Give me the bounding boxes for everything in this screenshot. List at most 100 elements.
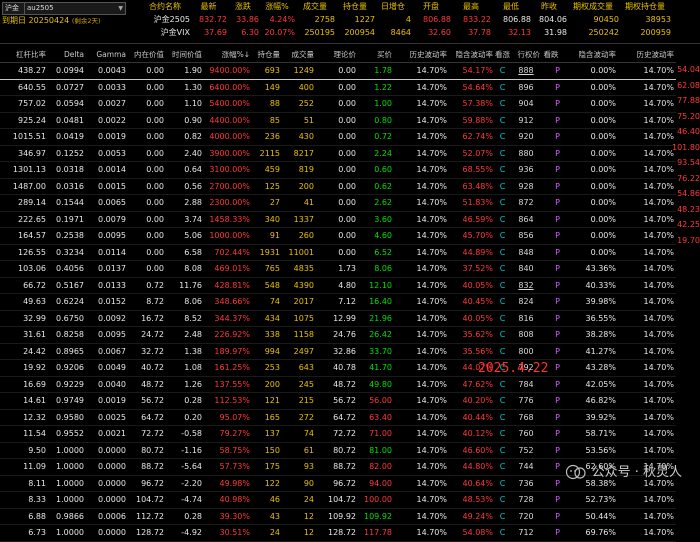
cell[interactable]: P [542,178,562,195]
cell[interactable]: C [495,260,512,278]
cell[interactable]: P [542,442,562,459]
cell[interactable]: P [542,194,562,212]
column-header[interactable]: 涨幅%↓ [204,46,252,63]
column-header[interactable]: 看涨 [495,46,512,63]
cell[interactable]: 904 [512,95,542,113]
column-header[interactable]: 理论价 [316,46,358,63]
cell[interactable]: P [542,392,562,410]
cell[interactable]: 928 [512,178,542,195]
option-row[interactable]: 8.33 1.0000 0.0000 104.72 -4.74 40.98% 46 24 104… [0,491,676,509]
cell[interactable]: 888 [512,62,542,80]
cell[interactable]: 848 [512,244,542,261]
cell[interactable]: C [495,244,512,261]
cell[interactable]: C [495,128,512,146]
cell[interactable]: 800 [512,343,542,360]
cell[interactable]: 856 [512,227,542,245]
cell[interactable]: C [495,409,512,426]
cell[interactable]: C [495,211,512,228]
cell[interactable]: P [542,376,562,393]
column-header[interactable]: Gamma [86,46,128,63]
option-row[interactable]: 757.02 0.0594 0.0027 0.00 1.10 5400.00% 88 252 0… [0,95,676,113]
cell[interactable]: 712 [512,524,542,542]
cell[interactable]: 920 [512,128,542,146]
option-row[interactable]: 9.50 1.0000 0.0000 80.72 -1.16 58.75% 150 61 80.… [0,442,676,459]
cell[interactable]: P [542,260,562,278]
cell[interactable]: C [495,376,512,393]
column-header[interactable]: 买价 [358,46,394,63]
option-row[interactable]: 126.55 0.3234 0.0114 0.00 6.58 702.44% 1931 110… [0,244,676,261]
cell[interactable]: P [542,458,562,476]
cell[interactable]: P [542,79,562,96]
cell[interactable]: 936 [512,161,542,179]
contract-select[interactable]: au2505 ▼ [24,2,126,15]
cell[interactable]: C [495,277,512,294]
cell[interactable]: P [542,227,562,245]
option-row[interactable]: 11.54 0.9552 0.0021 72.72 -0.58 79.27% 137 74 72… [0,425,676,443]
column-header[interactable]: 内在价值 [128,46,166,63]
cell[interactable]: C [495,425,512,443]
column-header[interactable]: Delta [48,46,86,63]
cell[interactable]: C [495,95,512,113]
cell[interactable]: P [542,508,562,525]
cell[interactable]: C [495,145,512,162]
cell[interactable]: P [542,244,562,261]
cell[interactable]: P [542,343,562,360]
cell[interactable]: P [542,211,562,228]
cell[interactable]: C [495,343,512,360]
cell[interactable]: P [542,128,562,146]
option-row[interactable]: 16.69 0.9229 0.0040 48.72 1.26 137.55% 200 245 4… [0,376,676,393]
cell[interactable]: C [495,161,512,179]
column-header[interactable]: 历史波动率 [394,46,449,63]
option-row[interactable]: 66.72 0.5167 0.0133 0.72 11.76 428.81% 548 4390… [0,277,676,294]
cell[interactable]: P [542,145,562,162]
cell[interactable]: C [495,491,512,509]
column-header[interactable]: 成交量 [282,46,316,63]
cell[interactable]: 760 [512,425,542,443]
cell[interactable]: 776 [512,392,542,410]
option-row[interactable]: 438.27 0.0994 0.0043 0.00 1.90 9400.00% 693 124… [0,62,676,80]
cell[interactable]: 880 [512,145,542,162]
column-header[interactable]: 时间价值 [166,46,204,63]
option-row[interactable]: 24.42 0.8965 0.0067 32.72 1.38 189.97% 994 2497… [0,343,676,360]
option-row[interactable]: 32.99 0.6750 0.0092 16.72 8.52 344.37% 434 1075… [0,310,676,327]
option-row[interactable]: 6.88 0.9866 0.0006 112.72 0.28 39.30% 43 12 109.… [0,508,676,525]
cell[interactable]: C [495,112,512,129]
cell[interactable]: C [495,62,512,80]
cell[interactable]: P [542,409,562,426]
cell[interactable]: P [542,112,562,129]
cell[interactable]: C [495,194,512,212]
cell[interactable]: P [542,293,562,311]
cell[interactable]: 912 [512,112,542,129]
cell[interactable]: P [542,425,562,443]
cell[interactable]: 752 [512,442,542,459]
cell[interactable]: C [495,442,512,459]
option-row[interactable]: 289.14 0.1544 0.0065 0.00 2.88 2300.00% 27 41 0.… [0,194,676,212]
option-row[interactable]: 103.06 0.4056 0.0137 0.00 8.08 469.01% 765 4835… [0,260,676,278]
option-row[interactable]: 19.92 0.9206 0.0049 40.72 1.08 161.25% 253 643 4… [0,359,676,377]
option-row[interactable]: 49.63 0.6224 0.0152 8.72 8.06 348.66% 74 2017 7.… [0,293,676,311]
cell[interactable]: 872 [512,194,542,212]
option-row[interactable]: 925.24 0.0481 0.0022 0.00 0.90 4400.00% 85 51 0.… [0,112,676,129]
option-row[interactable]: 1301.13 0.0318 0.0014 0.00 0.64 3100.00% 459 81… [0,161,676,179]
column-header[interactable]: 隐含波动率 [449,46,495,63]
cell[interactable]: 808 [512,326,542,344]
cell[interactable]: P [542,161,562,179]
option-row[interactable]: 164.57 0.2538 0.0095 0.00 5.06 1000.00% 91 260 0… [0,227,676,245]
cell[interactable]: 744 [512,458,542,476]
cell[interactable]: 896 [512,79,542,96]
option-row[interactable]: 640.55 0.0727 0.0033 0.00 1.30 6400.00% 149 400… [0,79,676,96]
cell[interactable]: P [542,95,562,113]
option-row[interactable]: 1015.51 0.0419 0.0019 0.00 0.82 4000.00% 236 43… [0,128,676,146]
cell[interactable]: 736 [512,475,542,492]
cell[interactable]: C [495,293,512,311]
cell[interactable]: C [495,458,512,476]
cell[interactable]: 824 [512,293,542,311]
option-row[interactable]: 346.97 0.1252 0.0053 0.00 2.40 3900.00% 2115 82… [0,145,676,162]
column-header[interactable]: 历史波动率 [618,46,676,63]
cell[interactable]: C [495,326,512,344]
option-row[interactable]: 12.32 0.9580 0.0025 64.72 0.20 95.07% 165 272 64… [0,409,676,426]
cell[interactable]: P [542,310,562,327]
cell[interactable]: P [542,524,562,542]
cell[interactable]: C [495,524,512,542]
cell[interactable]: C [495,475,512,492]
